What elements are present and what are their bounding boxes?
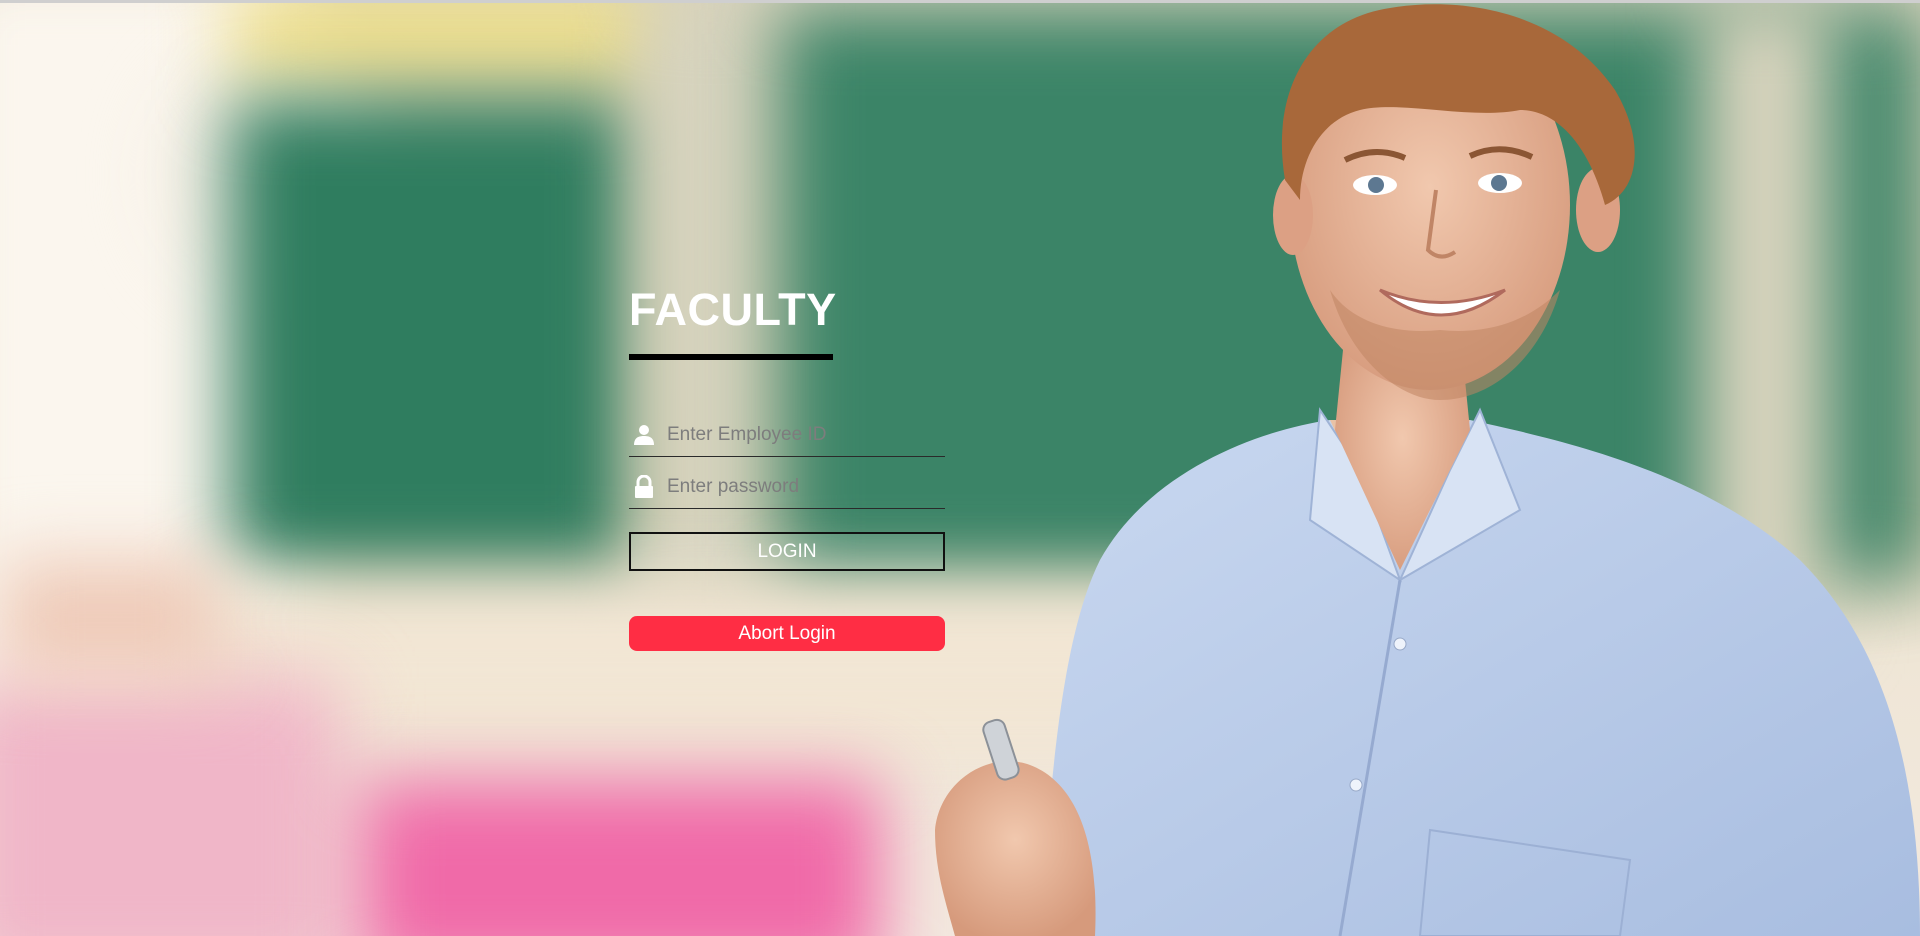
window-top-edge <box>0 0 1920 3</box>
login-form: FACULTY LOGIN Abort Login <box>629 284 945 651</box>
employee-id-input[interactable] <box>667 420 937 450</box>
title-underline <box>629 354 833 360</box>
employee-id-field <box>629 414 945 457</box>
teacher-photo <box>935 4 1920 936</box>
page-title: FACULTY <box>629 284 837 335</box>
login-page: FACULTY LOGIN Abort Login <box>0 0 1920 936</box>
password-input[interactable] <box>667 472 937 502</box>
password-field <box>629 466 945 509</box>
abort-login-button[interactable]: Abort Login <box>629 616 945 651</box>
login-button[interactable]: LOGIN <box>629 532 945 571</box>
user-icon <box>631 422 657 448</box>
lock-icon <box>631 474 657 500</box>
